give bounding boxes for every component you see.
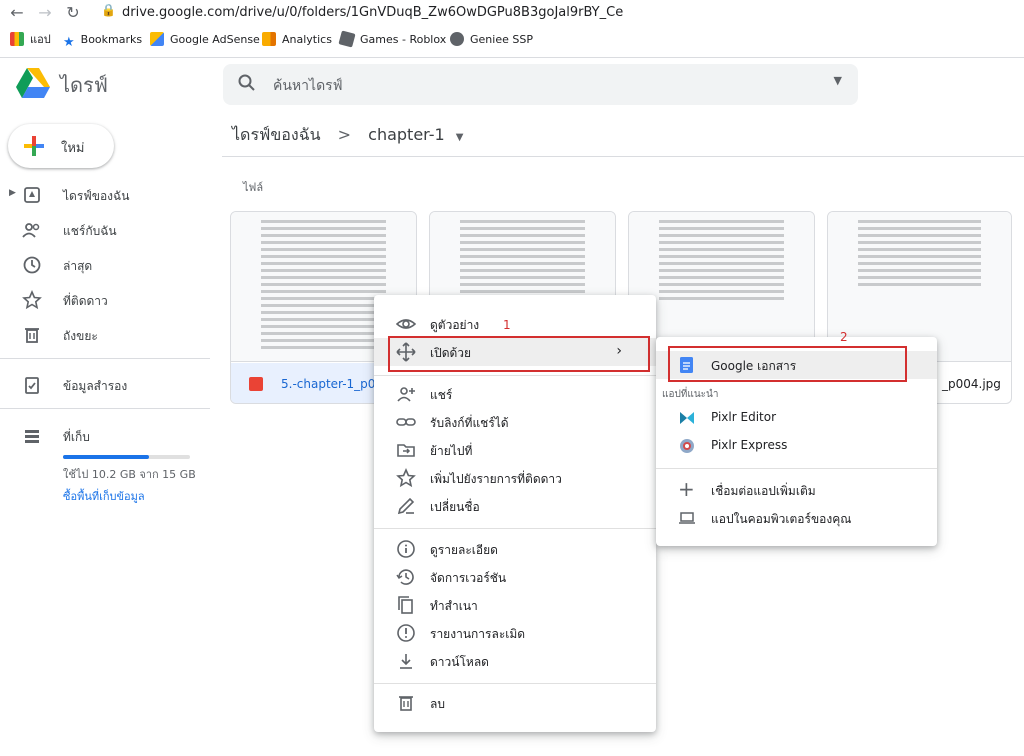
search-icon[interactable]: [237, 73, 259, 95]
annotation-highlight-box: [388, 336, 650, 372]
search-options-icon[interactable]: ▼: [834, 74, 842, 87]
bookmark-adsense[interactable]: Google AdSense: [150, 32, 260, 48]
bookmark-bookmarks[interactable]: ★ Bookmarks: [63, 32, 142, 50]
sidebar-divider: [0, 358, 210, 359]
menu-item-share[interactable]: แชร์: [374, 380, 656, 408]
sidebar-divider: [0, 408, 210, 409]
roblox-icon: [338, 30, 356, 48]
menu-item-rename[interactable]: เปลี่ยนชื่อ: [374, 492, 656, 520]
menu-item-add-star[interactable]: เพิ่มไปยังรายการที่ติดดาว: [374, 464, 656, 492]
back-icon[interactable]: ←: [6, 4, 28, 22]
person-add-icon: [396, 384, 416, 404]
sidebar-item-starred[interactable]: ที่ติดดาว: [0, 284, 210, 316]
storage-usage-text: ใช้ไป 10.2 GB จาก 15 GB: [63, 468, 196, 481]
info-icon: [396, 539, 416, 559]
menu-divider: [374, 528, 656, 529]
star-outline-icon: [396, 468, 416, 488]
new-button-label: ใหม่: [61, 141, 85, 156]
search-bar[interactable]: ค้นหาไดรฟ์ ▼: [223, 64, 858, 105]
trash-icon: [22, 325, 42, 345]
menu-item-get-link[interactable]: รับลิงก์ที่แชร์ได้: [374, 408, 656, 436]
storage-progress-fill: [63, 455, 150, 459]
app-name: ไดรฟ์: [60, 73, 108, 97]
menu-item-make-copy[interactable]: ทำสำเนา: [374, 591, 656, 619]
trash-icon: [396, 693, 416, 713]
laptop-icon: [678, 509, 696, 527]
plus-icon: +: [678, 477, 695, 501]
annotation-step-1: 1: [503, 318, 511, 332]
new-button[interactable]: ใหม่: [8, 124, 114, 168]
link-icon: [396, 412, 416, 432]
folder-move-icon: [396, 440, 416, 460]
sidebar-item-shared[interactable]: แชร์กับฉัน: [0, 214, 210, 246]
image-file-icon: [249, 377, 263, 391]
lock-icon[interactable]: 🔒: [101, 3, 116, 17]
annotation-step-2: 2: [840, 330, 848, 344]
eye-icon: [396, 314, 416, 334]
sidebar-item-storage[interactable]: ที่เก็บ: [0, 420, 210, 452]
annotation-highlight-box: [668, 346, 907, 382]
suggested-apps-header: แอปที่แนะนำ: [662, 389, 719, 400]
storage-icon: [22, 426, 42, 446]
search-input[interactable]: ค้นหาไดรฟ์: [273, 75, 343, 97]
bookmark-geniee[interactable]: Geniee SSP: [450, 32, 533, 48]
menu-item-move-to[interactable]: ย้ายไปที่: [374, 436, 656, 464]
submenu-item-desktop-apps[interactable]: แอปในคอมพิวเตอร์ของคุณ: [656, 504, 937, 532]
sidebar-item-recent[interactable]: ล่าสุด: [0, 249, 210, 281]
pixlr-editor-icon: [678, 409, 696, 427]
plus-icon: [22, 134, 46, 158]
reload-icon[interactable]: ↻: [62, 4, 84, 22]
menu-item-details[interactable]: ดูรายละเอียด: [374, 535, 656, 563]
file-name: _p004.jpg: [942, 377, 1001, 391]
sidebar-item-my-drive[interactable]: ▶ ไดรฟ์ของฉัน: [0, 179, 210, 211]
bookmark-analytics[interactable]: Analytics: [262, 32, 332, 48]
menu-item-preview[interactable]: ดูตัวอย่าง: [374, 310, 656, 338]
breadcrumb-root[interactable]: ไดรฟ์ของฉัน: [232, 125, 321, 144]
download-icon: [396, 651, 416, 671]
browser-chrome: ← → ↻ 🔒 drive.google.com/drive/u/0/folde…: [0, 0, 1024, 58]
menu-item-remove[interactable]: ลบ: [374, 689, 656, 717]
menu-divider: [374, 683, 656, 684]
menu-divider: [374, 375, 656, 376]
globe-icon: [450, 32, 464, 46]
expand-arrow-icon[interactable]: ▶: [9, 188, 16, 198]
star-icon: ★: [63, 35, 75, 50]
sidebar-item-trash[interactable]: ถังขยะ: [0, 319, 210, 351]
breadcrumb-current[interactable]: chapter-1: [368, 125, 445, 144]
clock-icon: [22, 255, 42, 275]
menu-item-report-abuse[interactable]: รายงานการละเมิด: [374, 619, 656, 647]
menu-divider: [656, 468, 937, 469]
folder-menu-dropdown-icon[interactable]: ▼: [456, 132, 464, 143]
storage-progress-bar: [63, 455, 190, 459]
report-icon: [396, 623, 416, 643]
sidebar-item-backups[interactable]: ข้อมูลสำรอง: [0, 369, 210, 401]
pixlr-express-icon: [678, 437, 696, 455]
bookmark-apps[interactable]: แอป: [10, 32, 51, 48]
star-icon: [22, 290, 42, 310]
analytics-icon: [262, 32, 276, 46]
breadcrumb: ไดรฟ์ของฉัน > chapter-1 ▼: [232, 124, 463, 149]
adsense-icon: [150, 32, 164, 46]
apps-grid-icon: [10, 32, 24, 46]
submenu-item-pixlr-express[interactable]: Pixlr Express: [656, 432, 937, 460]
bookmark-roblox[interactable]: Games - Roblox: [338, 30, 446, 48]
forward-icon[interactable]: →: [34, 4, 56, 22]
header-divider: [222, 156, 1024, 157]
copy-icon: [396, 595, 416, 615]
backup-icon: [22, 375, 42, 395]
history-icon: [396, 567, 416, 587]
address-bar[interactable]: drive.google.com/drive/u/0/folders/1GnVD…: [122, 3, 623, 23]
submenu-item-pixlr-editor[interactable]: Pixlr Editor: [656, 404, 937, 432]
submenu-item-connect-more[interactable]: + เชื่อมต่อแอปเพิ่มเติม: [656, 476, 937, 504]
menu-item-manage-versions[interactable]: จัดการเวอร์ชัน: [374, 563, 656, 591]
files-section-label: ไฟล์: [243, 181, 264, 194]
people-icon: [22, 220, 42, 240]
breadcrumb-separator-icon: >: [337, 125, 352, 144]
menu-item-download[interactable]: ดาวน์โหลด: [374, 647, 656, 675]
my-drive-icon: [22, 185, 42, 205]
pencil-icon: [396, 496, 416, 516]
drive-logo-icon[interactable]: [16, 68, 50, 100]
buy-storage-link[interactable]: ซื้อพื้นที่เก็บข้อมูล: [63, 487, 145, 505]
